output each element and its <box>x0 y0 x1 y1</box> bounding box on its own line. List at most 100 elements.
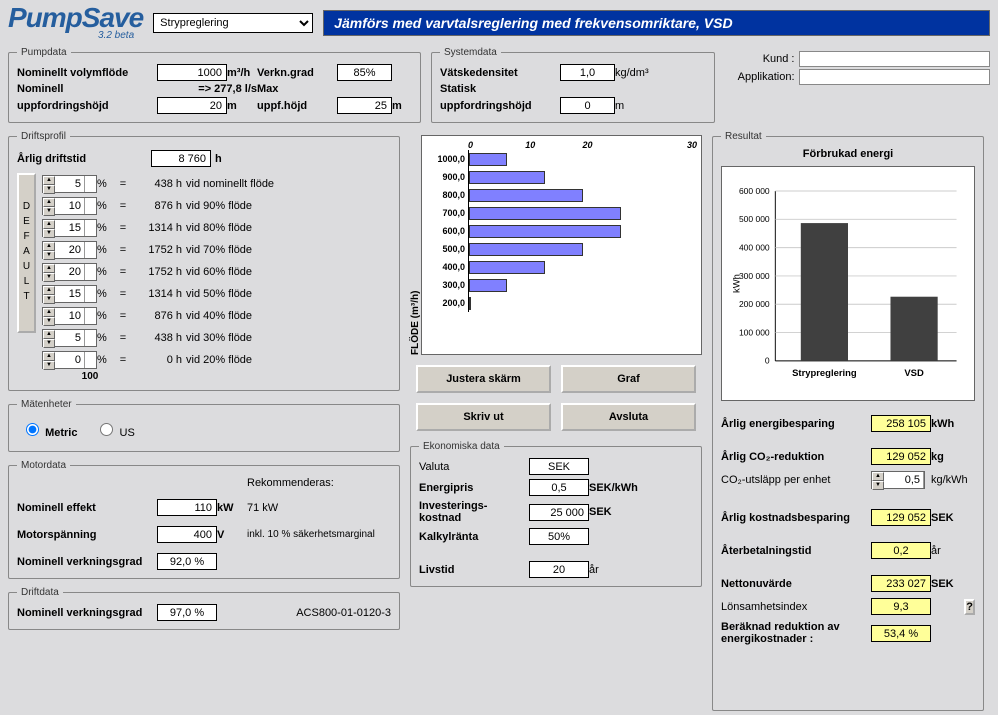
profile-desc: vid 40% flöde <box>186 310 316 322</box>
annual-saving-unit: kWh <box>931 418 975 430</box>
motor-eff-input[interactable]: 92,0 % <box>157 553 217 570</box>
co2-per-unit-label: CO₂-utsläpp per enhet <box>721 474 871 486</box>
driftsprofil-group: Driftsprofil Årlig driftstid 8 760 h DEF… <box>8 131 400 391</box>
svg-text:kWh: kWh <box>731 274 742 293</box>
profile-pct-spinner[interactable]: ▲▼15 <box>42 219 97 237</box>
flow-bar-fill <box>469 243 583 256</box>
co2-per-unit-spinner[interactable]: ▲▼ 0,5 <box>871 471 925 489</box>
livstid-unit: år <box>589 564 693 576</box>
down-arrow-icon: ▼ <box>43 251 55 260</box>
app-logo: PumpSave <box>8 4 143 32</box>
npv-unit: SEK <box>931 578 975 590</box>
livstid-input[interactable]: 20 <box>529 561 589 578</box>
profile-pct-spinner[interactable]: ▲▼5 <box>42 175 97 193</box>
graph-button[interactable]: Graf <box>561 365 696 393</box>
annual-runtime-input[interactable]: 8 760 <box>151 150 211 167</box>
profile-hours: 1314 h <box>131 222 186 234</box>
profile-pct-spinner[interactable]: ▲▼10 <box>42 197 97 215</box>
static-label-1: Statisk <box>440 83 706 95</box>
max-head-input[interactable]: 25 <box>337 97 392 114</box>
applikation-label: Applikation: <box>725 71 795 83</box>
max-head-label-2: uppf.höjd <box>257 100 337 112</box>
profile-pct-spinner[interactable]: ▲▼0 <box>42 351 97 369</box>
rek-note: inkl. 10 % säkerhetsmarginal <box>247 529 391 540</box>
profile-pct-spinner[interactable]: ▲▼5 <box>42 329 97 347</box>
up-arrow-icon: ▲ <box>43 176 55 185</box>
flow-bar-row: 400,0 <box>426 258 697 276</box>
profile-rows: ▲▼5%=438 hvid nominellt flöde▲▼10%=876 h… <box>42 173 316 371</box>
svg-text:600 000: 600 000 <box>739 186 770 196</box>
profile-row: ▲▼10%=876 hvid 40% flöde <box>42 305 316 327</box>
profile-pct-spinner[interactable]: ▲▼20 <box>42 263 97 281</box>
invest-input[interactable]: 25 000 <box>529 504 589 521</box>
down-arrow-icon: ▼ <box>43 361 55 370</box>
cost-saving-value: 129 052 <box>871 509 931 526</box>
profile-hours: 0 h <box>131 354 186 366</box>
flow-bar-fill <box>469 297 471 310</box>
nom-power-input[interactable]: 110 <box>157 499 217 516</box>
flow-bar-label: 800,0 <box>426 190 468 200</box>
down-arrow-icon: ▼ <box>43 207 55 216</box>
flow-bar-fill <box>469 225 621 238</box>
energipris-label: Energipris <box>419 482 529 494</box>
svg-text:Strypreglering: Strypreglering <box>792 368 857 379</box>
up-arrow-icon: ▲ <box>43 286 55 295</box>
kund-input[interactable] <box>799 51 991 67</box>
efficiency-label: Verkn.grad <box>257 67 337 79</box>
profile-hours: 438 h <box>131 332 186 344</box>
up-arrow-icon: ▲ <box>43 220 55 229</box>
nom-flow-input[interactable]: 1000 <box>157 64 227 81</box>
control-method-select[interactable]: Strypreglering <box>153 13 313 33</box>
profile-pct-spinner[interactable]: ▲▼10 <box>42 307 97 325</box>
rek-value: 71 kW <box>247 502 391 514</box>
drive-eff-input[interactable]: 97,0 % <box>157 604 217 621</box>
matenheter-group: Mätenheter Metric US <box>8 399 400 452</box>
svg-text:300 000: 300 000 <box>739 271 770 281</box>
adjust-screen-button[interactable]: Justera skärm <box>416 365 551 393</box>
motordata-legend: Motordata <box>17 460 70 471</box>
profile-pct-spinner[interactable]: ▲▼15 <box>42 285 97 303</box>
us-radio[interactable]: US <box>95 420 134 439</box>
energipris-input[interactable]: 0,5 <box>529 479 589 496</box>
driftsprofil-legend: Driftsprofil <box>17 131 70 142</box>
pumpdata-group: Pumpdata Nominellt volymflöde 1000 m³/h … <box>8 47 421 123</box>
logo-block: PumpSave 3.2 beta <box>8 4 143 41</box>
payback-unit: år <box>931 545 975 557</box>
cost-saving-unit: SEK <box>931 512 975 524</box>
motordata-group: Motordata Rekommenderas: Nominell effekt… <box>8 460 400 579</box>
profile-pct-spinner[interactable]: ▲▼20 <box>42 241 97 259</box>
profile-hours: 876 h <box>131 200 186 212</box>
static-head-input[interactable]: 0 <box>560 97 615 114</box>
invest-label: Investerings-kostnad <box>419 500 529 524</box>
metric-radio[interactable]: Metric <box>21 420 77 439</box>
flow-bar-label: 400,0 <box>426 262 468 272</box>
profile-hours: 1314 h <box>131 288 186 300</box>
flow-bar-row: 900,0 <box>426 168 697 186</box>
applikation-input[interactable] <box>799 69 991 85</box>
density-input[interactable]: 1,0 <box>560 64 615 81</box>
systemdata-legend: Systemdata <box>440 47 501 58</box>
motor-voltage-label: Motorspänning <box>17 529 157 541</box>
kalkyl-input[interactable]: 50% <box>529 528 589 545</box>
annual-saving-value: 258 105 <box>871 415 931 432</box>
flow-bar-fill <box>469 261 545 274</box>
motor-voltage-input[interactable]: 400 <box>157 526 217 543</box>
svg-text:200 000: 200 000 <box>739 299 770 309</box>
efficiency-input[interactable]: 85% <box>337 64 392 81</box>
co2-reduction-value: 129 052 <box>871 448 931 465</box>
reduction-label: Beräknad reduktion av energikostnader : <box>721 621 871 645</box>
down-arrow-icon: ▼ <box>43 317 55 326</box>
up-arrow-icon: ▲ <box>872 472 884 481</box>
default-button[interactable]: DEFAULT <box>17 173 36 333</box>
flow-bar-label: 700,0 <box>426 208 468 218</box>
valuta-input[interactable]: SEK <box>529 458 589 475</box>
quit-button[interactable]: Avsluta <box>561 403 696 431</box>
print-button[interactable]: Skriv ut <box>416 403 551 431</box>
nom-head-input[interactable]: 20 <box>157 97 227 114</box>
max-head-unit: m <box>392 100 412 112</box>
help-button[interactable]: ? <box>964 599 975 615</box>
density-label: Vätskedensitet <box>440 67 560 79</box>
energipris-unit: SEK/kWh <box>589 482 693 494</box>
static-label-2: uppfordringshöjd <box>440 100 560 112</box>
profile-row: ▲▼20%=1752 hvid 60% flöde <box>42 261 316 283</box>
